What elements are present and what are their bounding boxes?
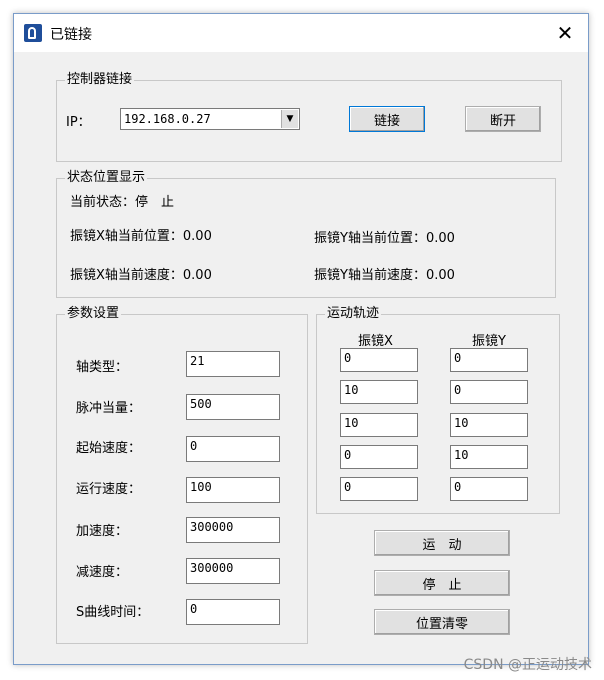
trajectory-x-input[interactable]: 0 bbox=[340, 348, 418, 372]
trajectory-y-input[interactable]: 0 bbox=[450, 477, 528, 501]
param-label: 起始速度： bbox=[76, 441, 142, 456]
window-title: 已链接 bbox=[50, 27, 92, 43]
x-speed-text: 振镜X轴当前速度：0.00 bbox=[70, 268, 212, 283]
close-button[interactable]: ✕ bbox=[542, 14, 588, 52]
title-bar: 已链接 ✕ bbox=[14, 14, 588, 52]
acceleration-input[interactable]: 300000 bbox=[186, 517, 280, 543]
connect-button[interactable]: 链接 bbox=[349, 106, 425, 132]
param-label: 轴类型： bbox=[76, 360, 129, 375]
param-label: 脉冲当量： bbox=[76, 401, 142, 416]
trajectory-x-input[interactable]: 0 bbox=[340, 477, 418, 501]
status-group-title: 状态位置显示 bbox=[65, 169, 148, 187]
trajectory-y-input[interactable]: 0 bbox=[450, 380, 528, 404]
axis-type-input[interactable]: 21 bbox=[186, 351, 280, 377]
disconnect-button[interactable]: 断开 bbox=[465, 106, 541, 132]
run-speed-input[interactable]: 100 bbox=[186, 477, 280, 503]
chevron-down-icon[interactable]: ▼ bbox=[281, 110, 298, 128]
param-label: 运行速度： bbox=[76, 482, 142, 497]
controller-group-title: 控制器链接 bbox=[65, 71, 135, 89]
params-group-title: 参数设置 bbox=[65, 305, 122, 323]
param-label: 加速度： bbox=[76, 524, 129, 539]
trajectory-x-input[interactable]: 10 bbox=[340, 413, 418, 437]
trajectory-y-input[interactable]: 10 bbox=[450, 413, 528, 437]
current-state-text: 当前状态：停 止 bbox=[70, 195, 175, 210]
pulse-equivalent-input[interactable]: 500 bbox=[186, 394, 280, 420]
ip-label: IP： bbox=[66, 115, 91, 130]
y-position-text: 振镜Y轴当前位置：0.00 bbox=[314, 231, 455, 246]
watermark-text: CSDN @正运动技术 bbox=[463, 657, 592, 673]
deceleration-input[interactable]: 300000 bbox=[186, 558, 280, 584]
ip-value: 192.168.0.27 bbox=[124, 112, 211, 126]
s-curve-time-input[interactable]: 0 bbox=[186, 599, 280, 625]
param-label: S曲线时间： bbox=[76, 605, 150, 620]
reset-position-button[interactable]: 位置清零 bbox=[374, 609, 510, 635]
trajectory-y-input[interactable]: 10 bbox=[450, 445, 528, 469]
trajectory-x-input[interactable]: 0 bbox=[340, 445, 418, 469]
trajectory-x-input[interactable]: 10 bbox=[340, 380, 418, 404]
main-window: 已链接 ✕ 控制器链接 IP： 192.168.0.27 ▼ 链接 断开 状态位… bbox=[13, 13, 589, 665]
y-speed-text: 振镜Y轴当前速度：0.00 bbox=[314, 268, 455, 283]
trajectory-y-input[interactable]: 0 bbox=[450, 348, 528, 372]
start-speed-input[interactable]: 0 bbox=[186, 436, 280, 462]
x-position-text: 振镜X轴当前位置：0.00 bbox=[70, 229, 212, 244]
app-logo-icon bbox=[24, 24, 42, 42]
column-x-header: 振镜X bbox=[358, 334, 393, 349]
move-button[interactable]: 运 动 bbox=[374, 530, 510, 556]
column-y-header: 振镜Y bbox=[472, 334, 506, 349]
stop-button[interactable]: 停 止 bbox=[374, 570, 510, 596]
trajectory-group-title: 运动轨迹 bbox=[325, 305, 382, 323]
param-label: 减速度： bbox=[76, 565, 129, 580]
ip-combobox[interactable]: 192.168.0.27 ▼ bbox=[120, 108, 300, 130]
